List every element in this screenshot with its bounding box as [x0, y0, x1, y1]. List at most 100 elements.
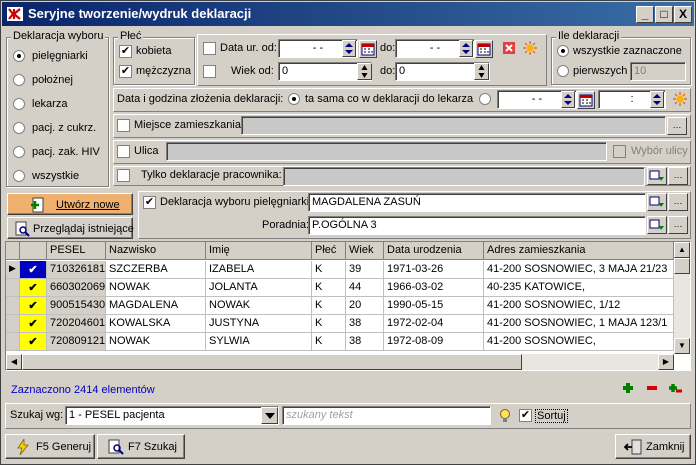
mezczyzna-checkbox[interactable]: ✔	[119, 65, 132, 78]
horizontal-scroll-thumb[interactable]	[22, 354, 522, 370]
title-bar[interactable]: Seryjne tworzenie/wydruk deklaracji _ □ …	[2, 2, 694, 26]
grid-cell[interactable]: 720809121	[47, 333, 106, 351]
wybor-ulicy-checkbox[interactable]	[613, 145, 626, 158]
grid-cell[interactable]: 720204601	[47, 315, 106, 333]
deklaracja-option-radio[interactable]	[13, 98, 25, 110]
grid-column-header[interactable]: Wiek	[346, 242, 384, 260]
miejsce-browse-button[interactable]: …	[667, 117, 687, 135]
grid-cell[interactable]: NOWAK	[106, 279, 206, 297]
table-row[interactable]: ✔ 660302069 NOWAK JOLANTA K 44 1966-03-02 40-23…	[6, 279, 674, 297]
tylko-input[interactable]	[283, 167, 645, 186]
utworz-nowe-button[interactable]: Utwórz nowe	[7, 193, 133, 215]
scroll-down-button[interactable]: ▼	[674, 338, 690, 354]
invert-selection-icon[interactable]	[667, 381, 683, 395]
tylko-checkbox[interactable]	[117, 169, 130, 182]
grid-cell[interactable]: SYLWIA	[206, 333, 312, 351]
search-field-dropdown-button[interactable]	[261, 407, 278, 424]
data-zlozenia-action-button[interactable]	[672, 91, 690, 109]
row-selected-checkmark-icon[interactable]: ✔	[20, 279, 47, 297]
minimize-button[interactable]: _	[636, 6, 654, 23]
grid-cell[interactable]: SZCZERBA	[106, 261, 206, 279]
data-ur-to-spin[interactable]	[459, 40, 473, 57]
grid-cell[interactable]: NOWAK	[106, 333, 206, 351]
grid-check-header[interactable]	[20, 242, 47, 260]
generuj-button[interactable]: F5 Generuj	[5, 434, 95, 459]
close-button[interactable]: X	[674, 6, 692, 23]
deklaracja-option-radio[interactable]	[13, 122, 25, 134]
tylko-browse-button[interactable]: …	[668, 167, 688, 185]
wiek-from-spin[interactable]	[357, 63, 372, 80]
grid-cell[interactable]: 660302069	[47, 279, 106, 297]
grid-cell[interactable]: 40-235 KATOWICE,	[484, 279, 674, 297]
scroll-left-button[interactable]: ◀	[6, 354, 22, 370]
poradnia-input[interactable]: P.OGÓLNA 3	[308, 216, 646, 235]
dates-action-button[interactable]	[522, 40, 540, 58]
grid-cell[interactable]: KOWALSKA	[106, 315, 206, 333]
pielegniarka-browse-button[interactable]: …	[668, 193, 688, 211]
sortuj-checkbox[interactable]: ✔	[519, 409, 532, 422]
inna-data-radio[interactable]	[479, 93, 491, 105]
deklaracja-option-radio[interactable]	[13, 50, 25, 62]
grid-cell[interactable]: 1966-03-02	[384, 279, 484, 297]
data-ur-checkbox[interactable]	[203, 42, 216, 55]
grid-cell[interactable]: 710326181	[47, 261, 106, 279]
poradnia-select-button[interactable]	[647, 216, 667, 234]
grid-cell[interactable]: 1990-05-15	[384, 297, 484, 315]
ulica-input[interactable]	[166, 142, 607, 161]
grid-cell[interactable]: 1972-02-04	[384, 315, 484, 333]
pielegniarka-select-button[interactable]	[647, 193, 667, 211]
grid-cell[interactable]: 1972-08-09	[384, 333, 484, 351]
poradnia-browse-button[interactable]: …	[668, 216, 688, 234]
grid-cell[interactable]: 39	[346, 261, 384, 279]
ulica-checkbox[interactable]	[117, 145, 130, 158]
table-row[interactable]: ✔ 720809121 NOWAK SYLWIA K 38 1972-08-09 41-200…	[6, 333, 674, 351]
grid-cell[interactable]: K	[312, 315, 346, 333]
grid-column-header[interactable]: Nazwisko	[106, 242, 206, 260]
wiek-to-spin[interactable]	[474, 63, 489, 80]
data-zlozenia-calendar-button[interactable]	[577, 91, 595, 109]
maximize-button[interactable]: □	[655, 6, 673, 23]
przegladaj-istniejace-button[interactable]: Przeglądaj istniejące	[7, 217, 134, 239]
grid-cell[interactable]: K	[312, 261, 346, 279]
kobieta-checkbox[interactable]: ✔	[119, 45, 132, 58]
miejsce-input[interactable]	[241, 116, 666, 135]
pierwszych-count-input[interactable]: 10	[630, 62, 686, 81]
grid-cell[interactable]: 20	[346, 297, 384, 315]
table-row[interactable]: ▶ ✔ 710326181 SZCZERBA IZABELA K 39 1971-03-26 4…	[6, 261, 674, 279]
table-row[interactable]: ✔ 900515430 MAGDALENA NOWAK K 20 1990-05-15 41-…	[6, 297, 674, 315]
grid-cell[interactable]: JOLANTA	[206, 279, 312, 297]
wiek-checkbox[interactable]	[203, 65, 216, 78]
godzina-zlozenia-spin[interactable]	[650, 91, 664, 108]
miejsce-checkbox[interactable]	[117, 119, 130, 132]
grid-cell[interactable]: 41-200 SOSNOWIEC, 1/12	[484, 297, 674, 315]
vertical-scroll-thumb[interactable]	[674, 258, 690, 274]
data-ur-from-calendar-button[interactable]	[359, 40, 377, 58]
grid-cell[interactable]: K	[312, 279, 346, 297]
grid-cell[interactable]: 38	[346, 315, 384, 333]
clear-dates-button[interactable]	[501, 40, 519, 58]
tylko-select-button[interactable]	[647, 167, 667, 185]
row-selected-checkmark-icon[interactable]: ✔	[20, 261, 47, 279]
grid-cell[interactable]: MAGDALENA	[106, 297, 206, 315]
data-ur-from-spin[interactable]	[342, 40, 356, 57]
deklaracja-option-radio[interactable]	[13, 74, 25, 86]
grid-column-header[interactable]: Płeć	[312, 242, 346, 260]
add-icon[interactable]	[621, 381, 635, 395]
search-text-input[interactable]: szukany tekst	[282, 406, 491, 425]
grid-column-header[interactable]: Imię	[206, 242, 312, 260]
deklaracja-option-radio[interactable]	[13, 170, 25, 182]
grid-cell[interactable]: 38	[346, 333, 384, 351]
grid-cell[interactable]: 41-200 SOSNOWIEC, 3 MAJA 21/23	[484, 261, 674, 279]
scroll-up-button[interactable]: ▲	[674, 242, 690, 258]
grid-cell[interactable]: 41-200 SOSNOWIEC, 1 MAJA 123/1	[484, 315, 674, 333]
deklaracja-option-radio[interactable]	[13, 146, 25, 158]
grid-column-header[interactable]: Data urodzenia	[384, 242, 484, 260]
scroll-right-button[interactable]: ▶	[658, 354, 674, 370]
grid-cell[interactable]: K	[312, 333, 346, 351]
grid-cell[interactable]: 41-200 SOSNOWIEC,	[484, 333, 674, 351]
grid-cell[interactable]: JUSTYNA	[206, 315, 312, 333]
deklaracja-pielegniarki-checkbox[interactable]: ✔	[143, 196, 156, 209]
szukaj-button[interactable]: F7 Szukaj	[97, 434, 185, 459]
grid-cell[interactable]: 1971-03-26	[384, 261, 484, 279]
patients-grid[interactable]: PESEL Nazwisko Imię Płeć Wiek Data urodzenia A…	[5, 241, 691, 371]
